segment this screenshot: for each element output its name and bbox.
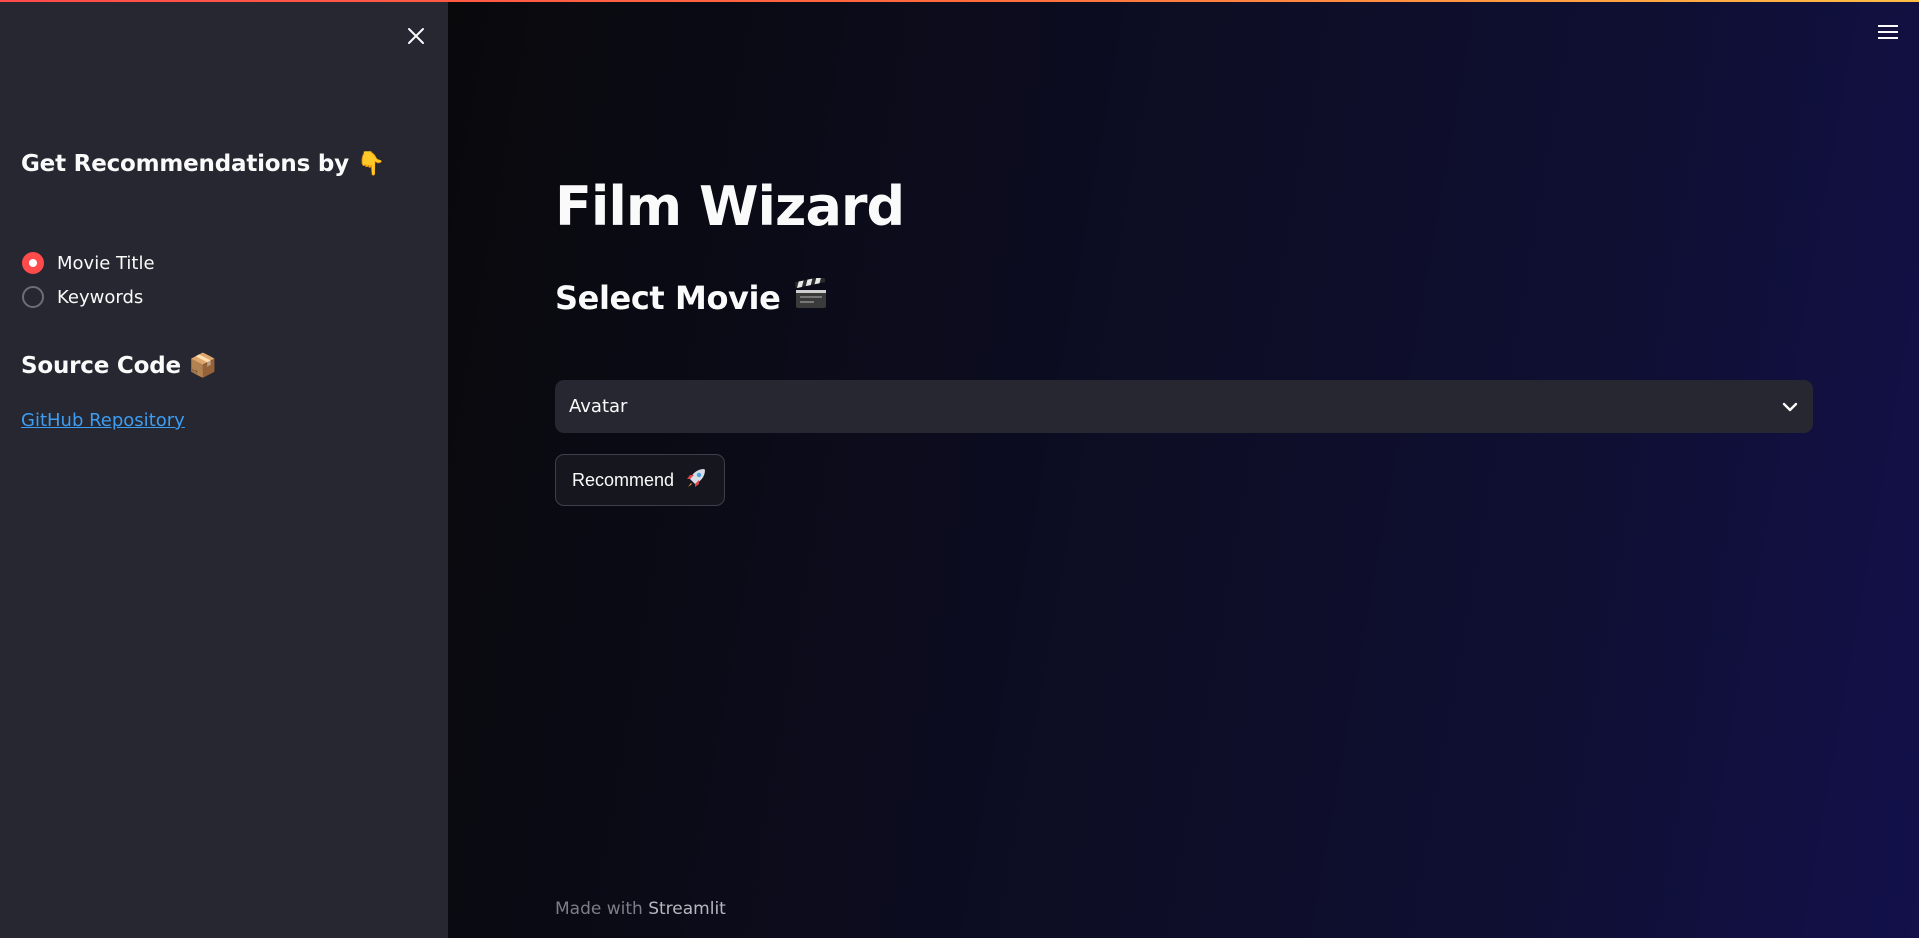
recommendations-heading: Get Recommendations by 👇 bbox=[21, 151, 386, 177]
close-sidebar-button[interactable] bbox=[402, 22, 430, 50]
footer-brand-link[interactable]: Streamlit bbox=[648, 899, 726, 919]
page-title: Film Wizard bbox=[555, 175, 905, 238]
select-movie-heading: Select Movie bbox=[555, 276, 828, 318]
main-content: Film Wizard Select Movie Avatar Recommen… bbox=[448, 0, 1919, 938]
rocket-icon bbox=[684, 466, 708, 495]
radio-label: Movie Title bbox=[57, 252, 155, 274]
app-root: Get Recommendations by 👇 Movie Title Key… bbox=[0, 0, 1919, 938]
recommend-button-label: Recommend bbox=[572, 469, 675, 490]
radio-button-unchecked[interactable] bbox=[22, 286, 44, 308]
radio-option-movie-title[interactable]: Movie Title bbox=[22, 246, 155, 280]
close-icon bbox=[408, 28, 424, 44]
select-current-value: Avatar bbox=[569, 396, 628, 417]
footer: Made with Streamlit bbox=[555, 899, 726, 919]
recommend-by-radio-group: Movie Title Keywords bbox=[22, 246, 155, 314]
radio-button-checked[interactable] bbox=[22, 252, 44, 274]
hamburger-menu-icon bbox=[1878, 25, 1898, 39]
movie-select-dropdown[interactable]: Avatar bbox=[555, 380, 1813, 433]
recommend-button[interactable]: Recommend bbox=[555, 454, 726, 506]
chevron-down-icon bbox=[1782, 402, 1798, 411]
section-title-text: Select Movie bbox=[555, 279, 781, 317]
top-decoration-bar bbox=[0, 0, 1919, 2]
main-menu-button[interactable] bbox=[1875, 20, 1901, 44]
source-code-heading: Source Code 📦 bbox=[21, 353, 218, 379]
github-repository-link[interactable]: GitHub Repository bbox=[21, 410, 185, 431]
radio-label: Keywords bbox=[57, 286, 144, 308]
clapperboard-icon bbox=[794, 276, 828, 318]
radio-option-keywords[interactable]: Keywords bbox=[22, 280, 155, 314]
footer-prefix: Made with bbox=[555, 899, 643, 919]
sidebar: Get Recommendations by 👇 Movie Title Key… bbox=[0, 0, 448, 938]
